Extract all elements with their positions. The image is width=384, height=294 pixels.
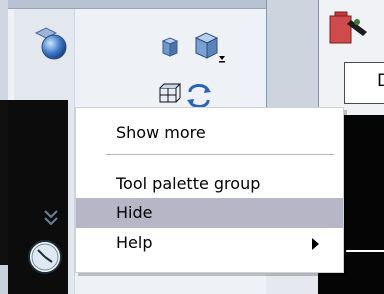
context-menu: Show more Tool palette group Hide Help xyxy=(75,107,344,273)
drawing-tab[interactable]: D xyxy=(344,62,384,104)
drawing-tab-label: D xyxy=(377,71,384,91)
menu-item-help[interactable]: Help xyxy=(76,228,343,258)
menu-item-show-more[interactable]: Show more xyxy=(76,118,343,148)
menu-item-label: Help xyxy=(116,233,153,252)
tool-palette-top-strip xyxy=(8,0,266,9)
refresh-icon[interactable] xyxy=(184,80,214,110)
menu-item-hide[interactable]: Hide xyxy=(76,198,343,228)
left-strip xyxy=(0,0,8,294)
crosshair-line xyxy=(346,250,384,252)
sphere-icon[interactable] xyxy=(34,27,68,61)
pencil-icon[interactable] xyxy=(327,10,371,48)
menu-item-label: Show more xyxy=(116,123,206,142)
menu-item-tool-palette-group[interactable]: Tool palette group xyxy=(76,169,343,250)
menu-item-label: Hide xyxy=(116,203,153,222)
menu-item-label: Tool palette group xyxy=(116,174,261,193)
chevrons-down-icon[interactable] xyxy=(42,207,60,229)
clock-icon[interactable] xyxy=(26,238,64,276)
grid-icon[interactable] xyxy=(157,82,181,106)
menu-separator xyxy=(106,154,334,155)
box-dropdown-icon[interactable] xyxy=(190,30,226,64)
box-icon[interactable] xyxy=(160,36,180,60)
